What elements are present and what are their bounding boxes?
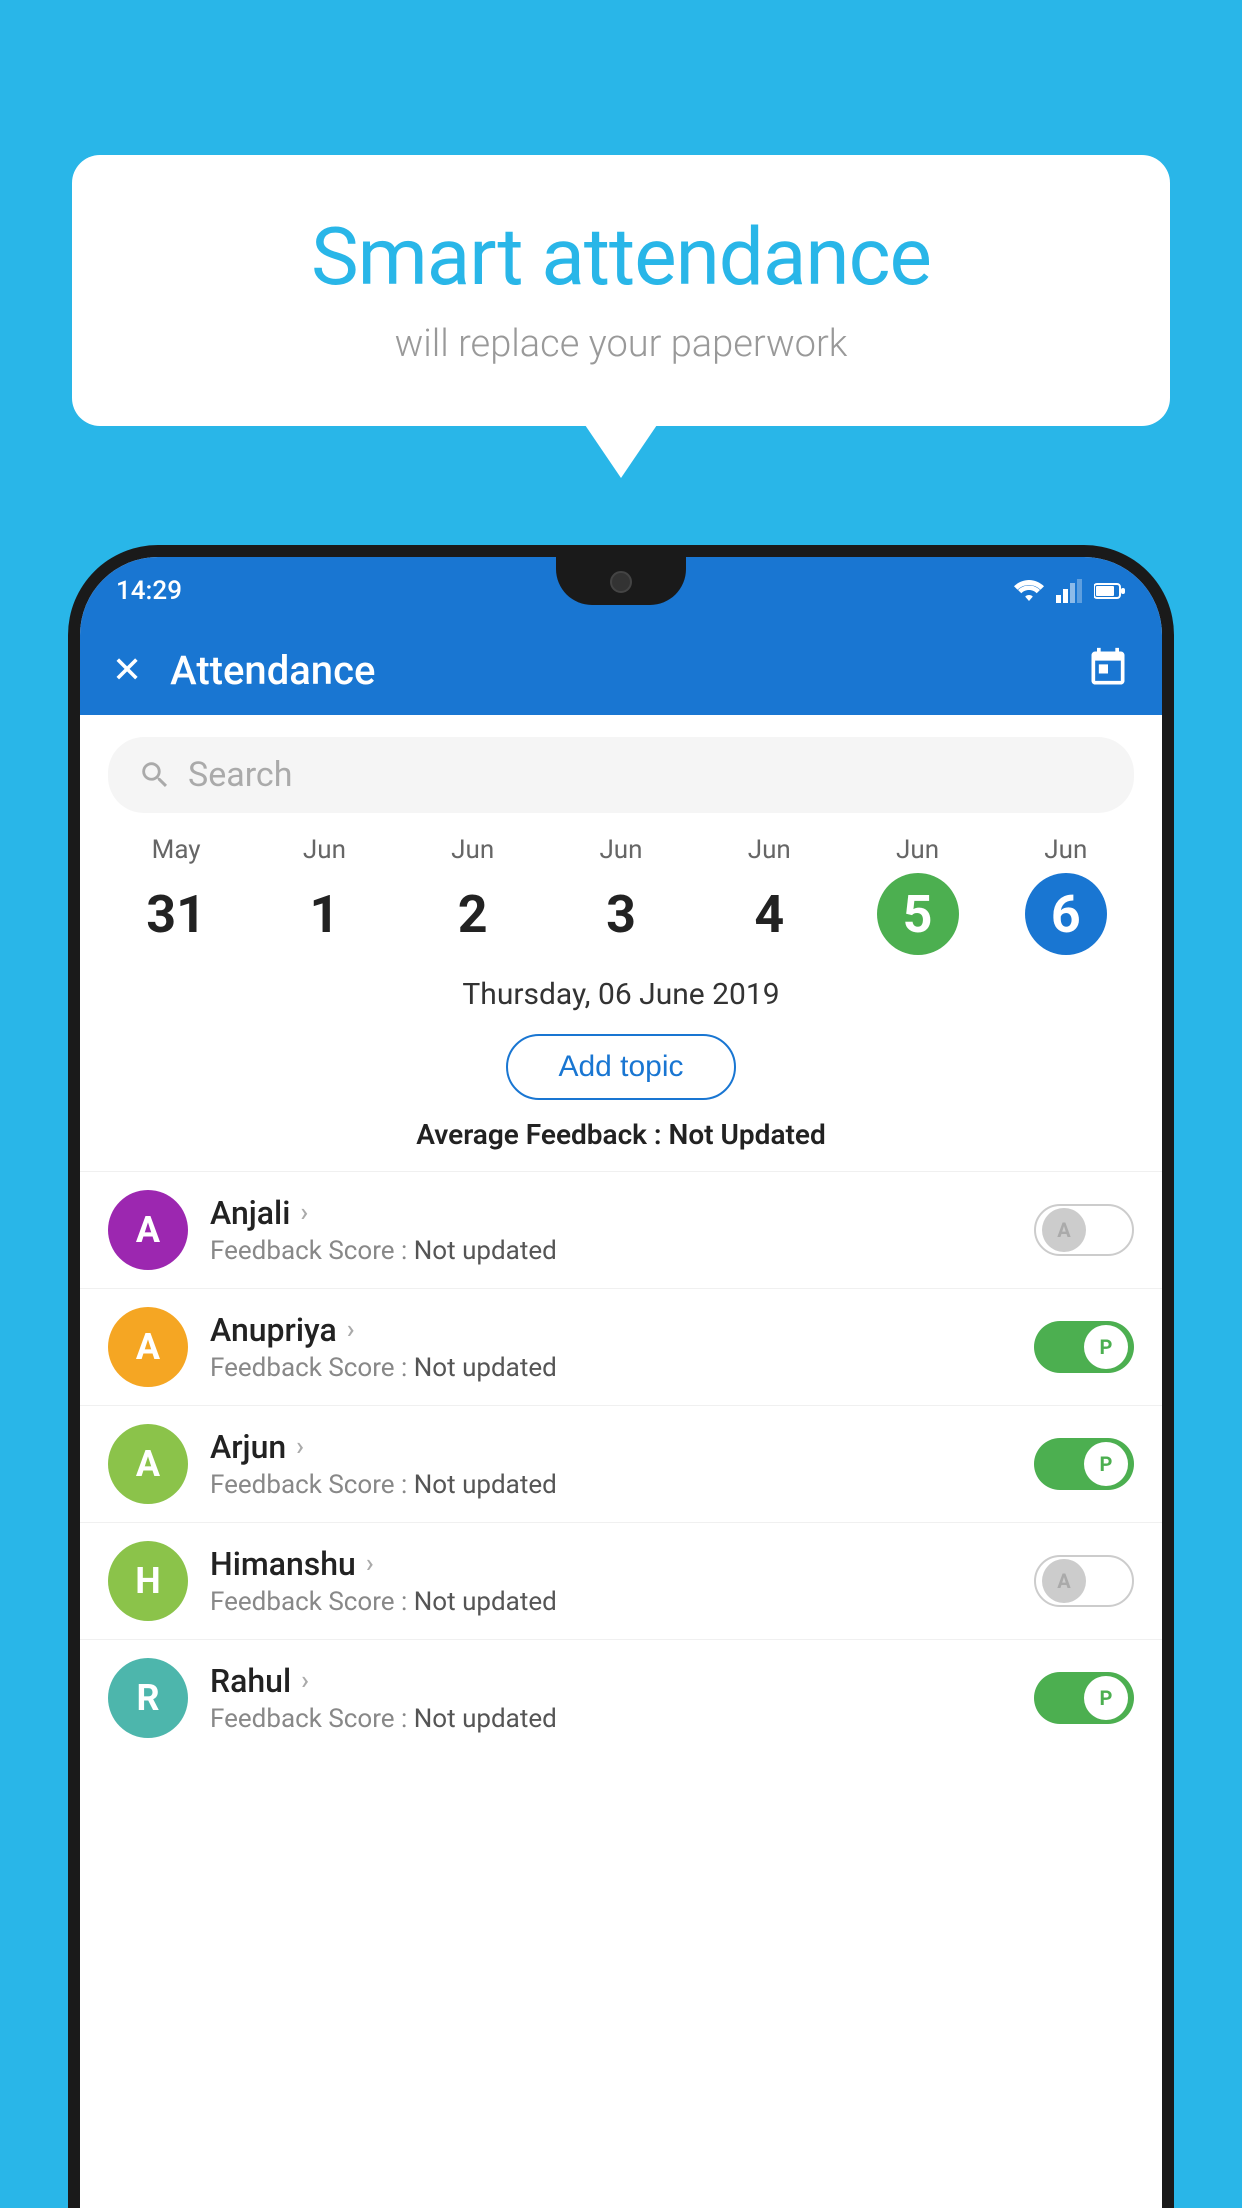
date-col-6[interactable]: Jun 6 xyxy=(992,835,1140,955)
app-header: ✕ Attendance xyxy=(80,625,1162,715)
signal-icon xyxy=(1056,579,1082,603)
toggle-wrap-2[interactable]: P xyxy=(1034,1438,1134,1490)
date-month-5: Jun xyxy=(896,835,939,865)
student-name-4: Rahul › xyxy=(210,1662,1022,1700)
date-num-1: 1 xyxy=(283,873,365,955)
student-row-2[interactable]: A Arjun › Feedback Score : Not updated P xyxy=(80,1405,1162,1522)
speech-bubble-subtitle: will replace your paperwork xyxy=(132,322,1110,366)
date-col-1[interactable]: Jun 1 xyxy=(250,835,398,955)
date-num-2: 2 xyxy=(432,873,514,955)
attendance-toggle-1[interactable]: P xyxy=(1034,1321,1134,1373)
status-time: 14:29 xyxy=(116,576,182,606)
date-strip: May 31 Jun 1 Jun 2 Jun 3 Jun 4 Jun 5 Jun 6 xyxy=(80,835,1162,955)
date-col-3[interactable]: Jun 3 xyxy=(547,835,695,955)
student-feedback-0: Feedback Score : Not updated xyxy=(210,1236,1022,1266)
status-bar: 14:29 xyxy=(80,557,1162,625)
date-month-1: Jun xyxy=(303,835,346,865)
student-info-2: Arjun › Feedback Score : Not updated xyxy=(210,1428,1022,1500)
search-icon xyxy=(138,758,172,792)
average-feedback: Average Feedback : Not Updated xyxy=(80,1118,1162,1151)
student-avatar-1: A xyxy=(108,1307,188,1387)
date-month-4: Jun xyxy=(748,835,791,865)
toggle-thumb-2: P xyxy=(1084,1442,1128,1486)
notch-camera xyxy=(610,571,632,593)
date-col-0[interactable]: May 31 xyxy=(102,835,250,955)
date-month-3: Jun xyxy=(599,835,642,865)
calendar-button[interactable] xyxy=(1086,646,1130,694)
date-col-2[interactable]: Jun 2 xyxy=(399,835,547,955)
toggle-wrap-4[interactable]: P xyxy=(1034,1672,1134,1724)
student-feedback-4: Feedback Score : Not updated xyxy=(210,1704,1022,1734)
student-avatar-4: R xyxy=(108,1658,188,1738)
avg-feedback-label: Average Feedback : xyxy=(416,1118,668,1151)
phone-frame: 14:29 xyxy=(68,545,1174,2208)
calendar-icon xyxy=(1086,646,1130,690)
date-num-3: 3 xyxy=(580,873,662,955)
search-placeholder: Search xyxy=(188,755,292,795)
date-month-2: Jun xyxy=(451,835,494,865)
student-row-1[interactable]: A Anupriya › Feedback Score : Not updated P xyxy=(80,1288,1162,1405)
toggle-thumb-3: A xyxy=(1042,1559,1086,1603)
chevron-icon: › xyxy=(347,1315,355,1345)
date-month-0: May xyxy=(152,835,201,865)
chevron-icon: › xyxy=(300,1198,308,1228)
date-col-4[interactable]: Jun 4 xyxy=(695,835,843,955)
student-info-3: Himanshu › Feedback Score : Not updated xyxy=(210,1545,1022,1617)
toggle-thumb-4: P xyxy=(1084,1676,1128,1720)
date-num-6: 6 xyxy=(1025,873,1107,955)
toggle-wrap-0[interactable]: A xyxy=(1034,1204,1134,1256)
date-num-5: 5 xyxy=(877,873,959,955)
student-avatar-3: H xyxy=(108,1541,188,1621)
attendance-toggle-4[interactable]: P xyxy=(1034,1672,1134,1724)
student-name-2: Arjun › xyxy=(210,1428,1022,1466)
attendance-toggle-2[interactable]: P xyxy=(1034,1438,1134,1490)
attendance-toggle-3[interactable]: A xyxy=(1034,1555,1134,1607)
student-avatar-2: A xyxy=(108,1424,188,1504)
toggle-thumb-0: A xyxy=(1042,1208,1086,1252)
search-bar[interactable]: Search xyxy=(108,737,1134,813)
chevron-icon: › xyxy=(296,1432,304,1462)
student-row-3[interactable]: H Himanshu › Feedback Score : Not updated A xyxy=(80,1522,1162,1639)
attendance-toggle-0[interactable]: A xyxy=(1034,1204,1134,1256)
student-name-1: Anupriya › xyxy=(210,1311,1022,1349)
speech-bubble-title: Smart attendance xyxy=(132,210,1110,304)
student-avatar-0: A xyxy=(108,1190,188,1270)
wifi-icon xyxy=(1014,579,1044,603)
student-feedback-1: Feedback Score : Not updated xyxy=(210,1353,1022,1383)
app-content: Search May 31 Jun 1 Jun 2 Jun 3 Jun 4 Jun 5 Jun 6 Thu… xyxy=(80,715,1162,2208)
chevron-icon: › xyxy=(301,1666,309,1696)
header-title: Attendance xyxy=(170,647,1086,694)
phone-inner: 14:29 xyxy=(80,557,1162,2208)
toggle-wrap-3[interactable]: A xyxy=(1034,1555,1134,1607)
notch xyxy=(556,557,686,605)
selected-date-label: Thursday, 06 June 2019 xyxy=(80,955,1162,1024)
toggle-wrap-1[interactable]: P xyxy=(1034,1321,1134,1373)
student-feedback-3: Feedback Score : Not updated xyxy=(210,1587,1022,1617)
battery-icon xyxy=(1094,581,1126,601)
toggle-thumb-1: P xyxy=(1084,1325,1128,1369)
student-info-0: Anjali › Feedback Score : Not updated xyxy=(210,1194,1022,1266)
student-info-4: Rahul › Feedback Score : Not updated xyxy=(210,1662,1022,1734)
close-button[interactable]: ✕ xyxy=(112,649,142,691)
date-col-5[interactable]: Jun 5 xyxy=(843,835,991,955)
date-num-4: 4 xyxy=(728,873,810,955)
student-row-4[interactable]: R Rahul › Feedback Score : Not updated P xyxy=(80,1639,1162,1756)
date-month-6: Jun xyxy=(1044,835,1087,865)
student-feedback-2: Feedback Score : Not updated xyxy=(210,1470,1022,1500)
avg-feedback-value: Not Updated xyxy=(669,1118,826,1151)
add-topic-button[interactable]: Add topic xyxy=(506,1034,735,1100)
student-row-0[interactable]: A Anjali › Feedback Score : Not updated A xyxy=(80,1171,1162,1288)
speech-bubble: Smart attendance will replace your paper… xyxy=(72,155,1170,426)
student-list: AAnjali ›Feedback Score : Not updatedAAA… xyxy=(80,1171,1162,1756)
date-num-0: 31 xyxy=(135,873,217,955)
chevron-icon: › xyxy=(366,1549,374,1579)
student-name-0: Anjali › xyxy=(210,1194,1022,1232)
status-icons xyxy=(1014,579,1126,603)
student-name-3: Himanshu › xyxy=(210,1545,1022,1583)
student-info-1: Anupriya › Feedback Score : Not updated xyxy=(210,1311,1022,1383)
